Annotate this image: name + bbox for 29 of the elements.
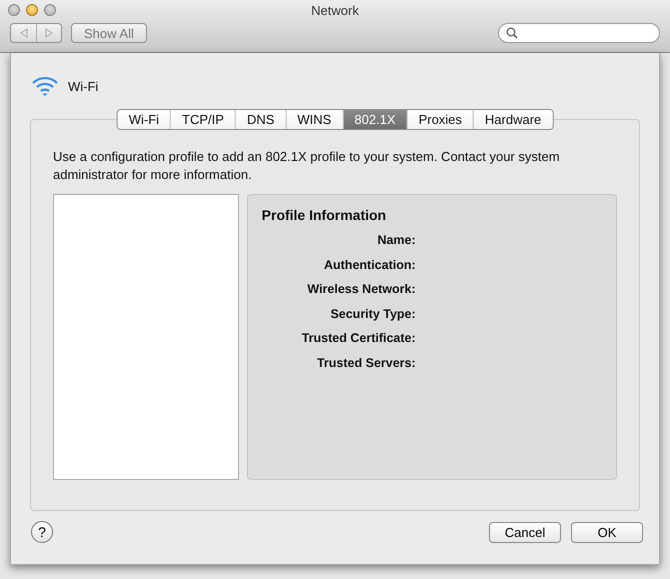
field-label: Security Type: xyxy=(330,306,416,322)
help-button[interactable]: ? xyxy=(31,521,53,543)
close-button[interactable] xyxy=(8,4,20,16)
profile-info-title: Profile Information xyxy=(262,207,388,223)
back-icon xyxy=(18,28,28,38)
ok-button[interactable]: OK xyxy=(571,522,643,542)
search-field[interactable] xyxy=(498,23,660,43)
tab[interactable]: 802.1X xyxy=(342,110,407,129)
tab[interactable]: Proxies xyxy=(406,110,473,129)
search-icon xyxy=(506,27,518,39)
cancel-button[interactable]: Cancel xyxy=(489,522,561,542)
zoom-button[interactable] xyxy=(44,4,56,16)
field-label: Authentication: xyxy=(324,256,416,274)
field-label: Trusted Servers: xyxy=(316,354,416,372)
description-text: Use a configuration profile to add an 802.1X profile to your system. Contact your system administrator for more information. xyxy=(53,148,561,184)
window-title: Network xyxy=(311,3,359,18)
field-label: Trusted Certificate: xyxy=(302,330,416,347)
wifi-icon xyxy=(31,74,59,98)
field-label: Name: xyxy=(377,232,416,249)
minimize-button[interactable] xyxy=(26,4,38,16)
service-name: Wi-Fi xyxy=(68,78,98,94)
tab[interactable]: TCP/IP xyxy=(170,110,235,129)
show-all-button[interactable]: Show All xyxy=(71,23,147,43)
field-label: Wireless Network: xyxy=(307,281,416,298)
tab[interactable]: DNS xyxy=(234,110,286,129)
forward-icon xyxy=(44,28,54,38)
tab[interactable]: Wi-Fi xyxy=(118,110,170,129)
tab[interactable]: Hardware xyxy=(472,110,552,129)
tab[interactable]: WINS xyxy=(285,110,342,129)
